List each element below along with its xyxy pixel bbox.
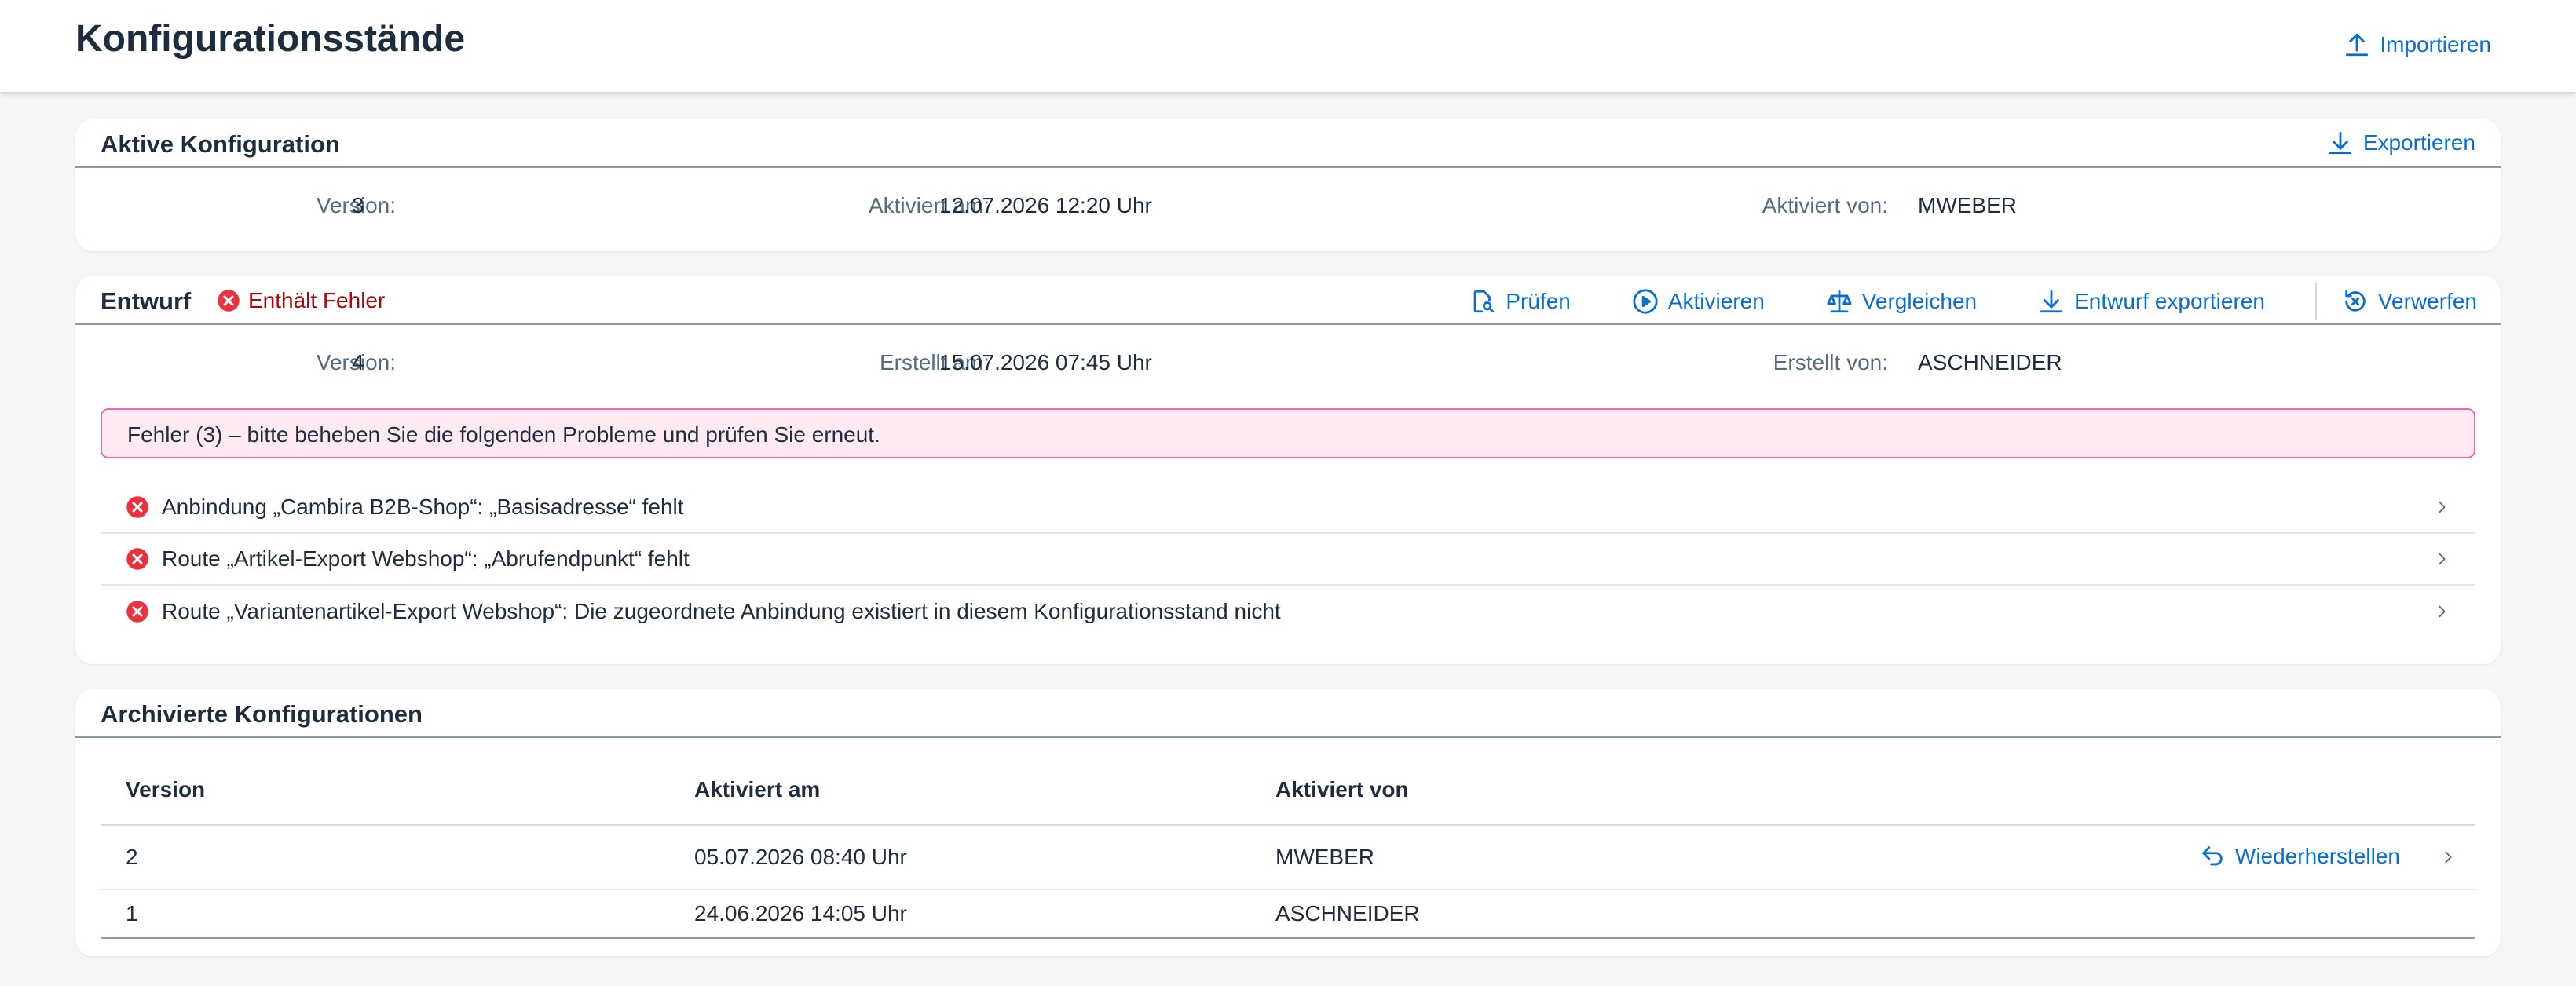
draft-toolbar: Prüfen Aktivieren Vergleichen Entwurf ex… xyxy=(1408,283,2477,320)
cell-activated-by: MWEBER xyxy=(1275,845,1374,869)
issue-text: Route „Variantenartikel-Export Webshop“:… xyxy=(162,599,1281,623)
chevron-right-icon[interactable] xyxy=(2439,849,2457,866)
import-button-label: Importieren xyxy=(2380,32,2491,57)
issue-text: Route „Artikel-Export Webshop“: „Abrufen… xyxy=(162,546,690,571)
download-icon xyxy=(2329,131,2351,155)
archived-configurations-table: Version Aktiviert am Aktiviert von 2 05.… xyxy=(101,741,2475,939)
cell-activated-by: ASCHNEIDER xyxy=(1275,901,1420,926)
page-title: Konfigurationsstände xyxy=(75,18,466,60)
issue-item[interactable]: Anbindung „Cambira B2B-Shop“: „Basisadre… xyxy=(101,482,2475,534)
discard-button[interactable]: Verwerfen xyxy=(2342,288,2477,315)
cell-activated-at: 05.07.2026 08:40 Uhr xyxy=(694,845,907,869)
draft-title: Entwurf xyxy=(101,287,192,315)
cell-version: 2 xyxy=(126,845,138,869)
error-icon xyxy=(126,548,148,570)
import-button[interactable]: Importieren xyxy=(2344,31,2491,58)
play-circle-icon xyxy=(1633,289,1658,314)
export-draft-button[interactable]: Entwurf exportieren xyxy=(2038,288,2265,315)
upload-icon xyxy=(2346,33,2369,57)
cell-version: 1 xyxy=(126,901,138,926)
page-header: Konfigurationsstände Importieren xyxy=(0,0,2576,93)
draft-header: Entwurf Enthält Fehler Prüfen Aktivieren xyxy=(75,276,2501,325)
archived-configurations-title: Archivierte Konfigurationen xyxy=(101,700,423,728)
active-configuration-header: Aktive Konfiguration Exportieren xyxy=(75,119,2501,168)
created-by-label: Erstellt von: xyxy=(1773,350,1888,374)
chevron-right-icon xyxy=(2439,553,2446,565)
table-row[interactable]: 1 24.06.2026 14:05 Uhr ASCHNEIDER xyxy=(101,890,2475,939)
archived-configurations-panel: Archivierte Konfigurationen Version Akti… xyxy=(75,689,2501,956)
cell-activated-at: 24.06.2026 14:05 Uhr xyxy=(694,901,907,926)
error-icon xyxy=(218,290,240,312)
check-button[interactable]: Prüfen xyxy=(1469,288,1571,315)
discard-button-label: Verwerfen xyxy=(2377,289,2477,313)
export-draft-button-label: Entwurf exportieren xyxy=(2074,289,2265,313)
active-configuration-panel: Aktive Konfiguration Exportieren Version… xyxy=(75,119,2501,251)
chevron-right-icon xyxy=(2439,605,2446,618)
activated-by-value: MWEBER xyxy=(1918,193,2017,217)
issue-item[interactable]: Route „Variantenartikel-Export Webshop“:… xyxy=(101,586,2475,637)
archived-configurations-header: Archivierte Konfigurationen xyxy=(75,689,2501,738)
export-button-label: Exportieren xyxy=(2362,130,2475,155)
compare-button[interactable]: Vergleichen xyxy=(1826,288,1977,315)
created-by-value: ASCHNEIDER xyxy=(1918,350,2062,374)
draft-status-text: Enthält Fehler xyxy=(248,288,386,312)
restore-button-label: Wiederherstellen xyxy=(2234,844,2400,868)
column-header-activated-at[interactable]: Aktiviert am xyxy=(694,777,820,802)
active-configuration-title: Aktive Konfiguration xyxy=(101,130,340,158)
restore-button[interactable]: Wiederherstellen xyxy=(2199,843,2400,870)
undo-icon xyxy=(2202,846,2223,866)
table-row[interactable]: 2 05.07.2026 08:40 Uhr MWEBER Wiederhers… xyxy=(101,826,2475,890)
scale-icon xyxy=(1827,290,1852,313)
discard-icon xyxy=(2345,290,2366,312)
check-button-label: Prüfen xyxy=(1506,289,1571,313)
column-header-activated-by[interactable]: Aktiviert von xyxy=(1275,777,1409,802)
toolbar-separator xyxy=(2314,283,2317,320)
chevron-right-icon xyxy=(2439,501,2446,513)
column-header-version[interactable]: Version xyxy=(126,777,205,802)
issue-list: Anbindung „Cambira B2B-Shop“: „Basisadre… xyxy=(101,482,2475,637)
error-message-strip: Fehler (3) – bitte beheben Sie die folge… xyxy=(101,408,2475,458)
activated-at-value: 12.07.2026 12:20 Uhr xyxy=(939,193,1152,217)
download-icon xyxy=(2040,290,2063,313)
created-at-value: 15.07.2026 07:45 Uhr xyxy=(939,350,1152,374)
error-icon xyxy=(126,601,148,623)
issue-text: Anbindung „Cambira B2B-Shop“: „Basisadre… xyxy=(162,495,684,519)
activated-by-label: Aktiviert von: xyxy=(1762,193,1888,217)
error-icon xyxy=(126,496,148,518)
issue-item[interactable]: Route „Artikel-Export Webshop“: „Abrufen… xyxy=(101,534,2475,586)
table-header-row: Version Aktiviert am Aktiviert von xyxy=(101,741,2475,826)
draft-status-badge: Enthält Fehler xyxy=(217,288,385,313)
activate-button[interactable]: Aktivieren xyxy=(1632,288,1765,315)
export-button[interactable]: Exportieren xyxy=(2327,130,2475,156)
version-value: 3 xyxy=(352,193,364,217)
compare-button-label: Vergleichen xyxy=(1861,289,1978,313)
document-search-icon xyxy=(1474,290,1495,313)
draft-version-value: 4 xyxy=(352,350,364,374)
draft-panel: Entwurf Enthält Fehler Prüfen Aktivieren xyxy=(75,276,2501,664)
activate-button-label: Aktivieren xyxy=(1667,289,1765,313)
